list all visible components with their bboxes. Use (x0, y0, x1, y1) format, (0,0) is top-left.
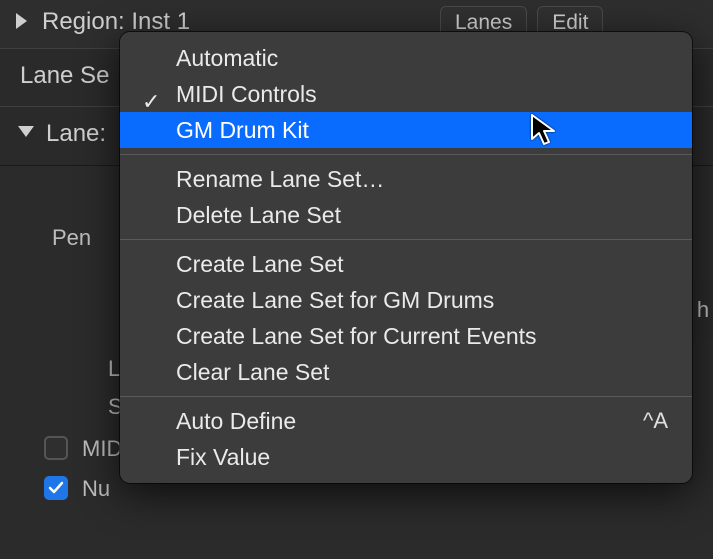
menu-item-midi-controls[interactable]: ✓ MIDI Controls (120, 76, 692, 112)
menu-item-gm-drum-kit[interactable]: GM Drum Kit (120, 112, 692, 148)
l-label: L (108, 356, 120, 382)
menu-item-label: Clear Lane Set (176, 359, 329, 385)
menu-item-label: GM Drum Kit (176, 117, 309, 143)
menu-item-create-lane-set-gm-drums[interactable]: Create Lane Set for GM Drums (120, 282, 692, 318)
midi-checkbox[interactable] (44, 436, 68, 460)
menu-item-automatic[interactable]: Automatic (120, 40, 692, 76)
number-row-label: Nu (82, 476, 110, 502)
menu-separator (120, 239, 692, 240)
menu-item-auto-define[interactable]: Auto Define ^A (120, 403, 692, 439)
pen-label: Pen (52, 225, 91, 251)
check-icon: ✓ (142, 84, 164, 106)
menu-item-label: Auto Define (176, 408, 296, 434)
lane-label[interactable]: Lane: (46, 120, 106, 148)
menu-item-clear-lane-set[interactable]: Clear Lane Set (120, 354, 692, 390)
menu-item-label: Create Lane Set (176, 251, 344, 277)
menu-item-rename-lane-set[interactable]: Rename Lane Set… (120, 161, 692, 197)
menu-item-create-lane-set[interactable]: Create Lane Set (120, 246, 692, 282)
menu-separator (120, 396, 692, 397)
menu-item-label: Automatic (176, 45, 278, 71)
region-disclosure-arrow[interactable] (16, 13, 27, 29)
number-checkbox[interactable] (44, 476, 68, 500)
menu-item-label: Create Lane Set for GM Drums (176, 287, 494, 313)
background-panel: Region: Inst 1 Lanes Edit Lane Se Lane: … (0, 0, 713, 559)
menu-item-label: Delete Lane Set (176, 202, 341, 228)
menu-separator (120, 154, 692, 155)
menu-item-label: Create Lane Set for Current Events (176, 323, 537, 349)
menu-item-fix-value[interactable]: Fix Value (120, 439, 692, 475)
menu-item-create-lane-set-current-events[interactable]: Create Lane Set for Current Events (120, 318, 692, 354)
menu-item-label: Fix Value (176, 444, 270, 470)
menu-item-label: MIDI Controls (176, 81, 317, 107)
menu-item-delete-lane-set[interactable]: Delete Lane Set (120, 197, 692, 233)
right-panel-fragment: h (693, 280, 713, 340)
lane-set-menu: Automatic ✓ MIDI Controls GM Drum Kit Re… (120, 32, 692, 483)
menu-item-shortcut: ^A (643, 403, 668, 439)
menu-item-label: Rename Lane Set… (176, 166, 384, 192)
lane-disclosure-arrow[interactable] (18, 126, 34, 137)
lane-set-label[interactable]: Lane Se (20, 62, 109, 90)
check-icon (47, 479, 65, 497)
